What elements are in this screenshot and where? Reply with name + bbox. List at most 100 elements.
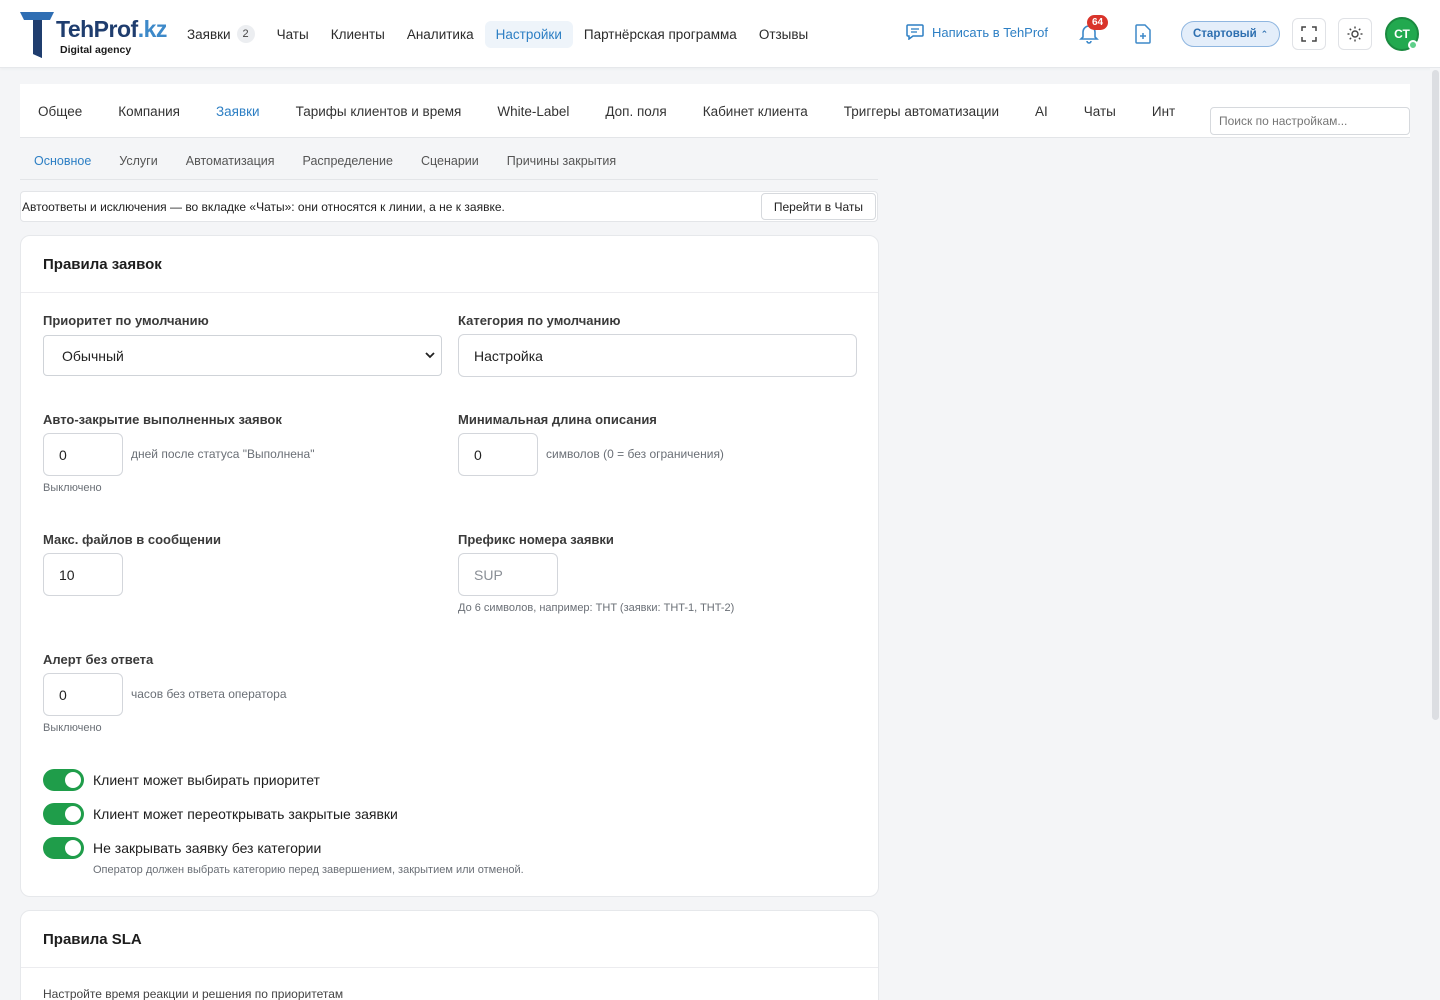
field-label: Приоритет по умолчанию — [43, 313, 209, 328]
sun-icon — [1347, 26, 1363, 42]
logo-wordmark: TehProf.kz — [56, 16, 167, 42]
main-nav: Заявки 2 Чаты Клиенты Аналитика Настройк… — [176, 20, 819, 48]
tab-general[interactable]: Общее — [20, 84, 100, 138]
min-description-field: Минимальная длина описания — [458, 412, 657, 427]
subtab-distribution[interactable]: Распределение — [289, 154, 407, 168]
logo-mark-icon — [20, 12, 54, 58]
scrollbar-thumb[interactable] — [1432, 70, 1439, 720]
nav-item-reviews[interactable]: Отзывы — [748, 21, 819, 48]
logo[interactable]: TehProf.kz Digital agency — [20, 8, 167, 60]
fullscreen-icon — [1301, 26, 1317, 42]
subtab-automation[interactable]: Автоматизация — [172, 154, 289, 168]
tab-integrations[interactable]: Инт — [1134, 84, 1193, 138]
max-files-input[interactable]: 10 — [43, 553, 123, 596]
field-label: Алерт без ответа — [43, 652, 154, 667]
nav-item-chats[interactable]: Чаты — [266, 21, 320, 48]
nav-item-label: Настройки — [495, 26, 562, 42]
tab-white-label[interactable]: White-Label — [479, 84, 587, 138]
no-reply-alert-status: Выключено — [43, 722, 102, 734]
plan-button[interactable]: Стартовый ⌃ — [1181, 21, 1281, 47]
auto-close-status: Выключено — [43, 482, 102, 494]
field-label: Категория по умолчанию — [458, 313, 621, 328]
document-add-icon[interactable] — [1134, 24, 1152, 44]
settings-search-input[interactable] — [1210, 107, 1410, 135]
write-link-label: Написать в TehProf — [932, 24, 1049, 40]
settings-tabs: Общее Компания Заявки Тарифы клиентов и … — [20, 84, 1200, 138]
subtab-main[interactable]: Основное — [20, 154, 105, 168]
require-category-hint: Оператор должен выбрать категорию перед … — [93, 864, 524, 876]
nav-item-settings[interactable]: Настройки — [484, 20, 573, 48]
settings-tabs-bar: Общее Компания Заявки Тарифы клиентов и … — [20, 84, 1410, 138]
select-value: Обычный — [62, 347, 124, 364]
nav-item-clients[interactable]: Клиенты — [320, 21, 396, 48]
write-to-tehprof-link[interactable]: Написать в TehProf — [906, 24, 1048, 40]
toggle-knob — [65, 840, 81, 856]
chats-notice: Автоответы и исключения — во вкладке «Ча… — [20, 191, 878, 222]
card-title: Правила SLA — [21, 911, 878, 968]
default-category-input[interactable]: Настройка — [458, 334, 857, 377]
auto-close-days-input[interactable]: 0 — [43, 433, 123, 476]
tab-automation-triggers[interactable]: Триггеры автоматизации — [826, 84, 1017, 138]
tab-client-cabinet[interactable]: Кабинет клиента — [685, 84, 826, 138]
min-description-input[interactable]: 0 — [458, 433, 538, 476]
nav-item-label: Заявки — [187, 26, 231, 42]
subtab-services[interactable]: Услуги — [105, 154, 171, 168]
tab-tariffs[interactable]: Тарифы клиентов и время — [278, 84, 480, 138]
logo-subtitle: Digital agency — [60, 44, 132, 56]
theme-toggle-button[interactable] — [1338, 18, 1372, 50]
field-label: Префикс номера заявки — [458, 532, 614, 547]
chevron-down-icon — [425, 352, 435, 359]
chat-icon — [906, 24, 924, 40]
default-category-field: Категория по умолчанию — [458, 313, 620, 328]
subtab-close-reasons[interactable]: Причины закрытия — [493, 154, 630, 168]
top-bar: TehProf.kz Digital agency Заявки 2 Чаты … — [0, 0, 1440, 68]
nav-item-label: Клиенты — [330, 26, 385, 42]
sla-rules-card: Правила SLA Настройте время реакции и ре… — [20, 910, 879, 1000]
online-status-dot — [1408, 40, 1418, 50]
field-label: Авто-закрытие выполненных заявок — [43, 412, 282, 427]
nav-item-label: Аналитика — [406, 26, 474, 42]
no-reply-alert-suffix: часов без ответа оператора — [131, 687, 287, 701]
nav-item-label: Партнёрская программа — [583, 26, 737, 42]
require-category-toggle[interactable] — [43, 837, 84, 859]
no-reply-alert-field: Алерт без ответа — [43, 652, 153, 667]
nav-item-analytics[interactable]: Аналитика — [396, 21, 485, 48]
notice-text: Автоответы и исключения — во вкладке «Ча… — [22, 199, 505, 214]
nav-item-label: Отзывы — [758, 26, 809, 42]
tab-tickets[interactable]: Заявки — [198, 84, 278, 138]
auto-close-suffix: дней после статуса "Выполнена" — [131, 447, 315, 461]
field-label: Минимальная длина описания — [458, 412, 657, 427]
ticket-prefix-hint: До 6 символов, например: THT (заявки: TH… — [458, 602, 735, 614]
min-description-suffix: символов (0 = без ограничения) — [546, 447, 724, 461]
tab-ai[interactable]: AI — [1017, 84, 1066, 138]
fullscreen-button[interactable] — [1292, 18, 1326, 50]
tab-chats[interactable]: Чаты — [1066, 84, 1134, 138]
no-reply-alert-input[interactable]: 0 — [43, 673, 123, 716]
subtab-scenarios[interactable]: Сценарии — [407, 154, 493, 168]
client-reopen-toggle[interactable] — [43, 803, 84, 825]
tab-company[interactable]: Компания — [100, 84, 198, 138]
ticket-rules-card: Правила заявок Приоритет по умолчанию Об… — [20, 235, 879, 897]
nav-item-tickets[interactable]: Заявки 2 — [176, 19, 266, 49]
plan-label: Стартовый — [1193, 28, 1257, 40]
client-choose-priority-toggle[interactable] — [43, 769, 84, 791]
default-priority-field: Приоритет по умолчанию — [43, 313, 209, 328]
field-label: Макс. файлов в сообщении — [43, 532, 222, 547]
toggle-label: Клиент может выбирать приоритет — [93, 772, 320, 788]
nav-item-label: Чаты — [276, 26, 309, 42]
auto-close-field: Авто-закрытие выполненных заявок — [43, 412, 282, 427]
chevron-up-icon: ⌃ — [1260, 28, 1269, 39]
card-title: Правила заявок — [21, 236, 878, 293]
sla-description: Настройте время реакции и решения по при… — [43, 987, 344, 1000]
go-to-chats-button[interactable]: Перейти в Чаты — [760, 193, 876, 220]
tab-extra-fields[interactable]: Доп. поля — [587, 84, 684, 138]
toggle-knob — [65, 772, 81, 788]
toggle-label: Клиент может переоткрывать закрытые заяв… — [93, 806, 398, 822]
default-priority-select[interactable]: Обычный — [43, 335, 442, 376]
nav-item-partner[interactable]: Партнёрская программа — [573, 21, 748, 48]
settings-subtabs: Основное Услуги Автоматизация Распределе… — [20, 142, 878, 180]
tickets-count-badge: 2 — [236, 25, 255, 43]
ticket-prefix-input[interactable]: SUP — [458, 553, 558, 596]
toggle-label: Не закрывать заявку без категории — [93, 840, 322, 856]
ticket-prefix-field: Префикс номера заявки — [458, 532, 614, 547]
